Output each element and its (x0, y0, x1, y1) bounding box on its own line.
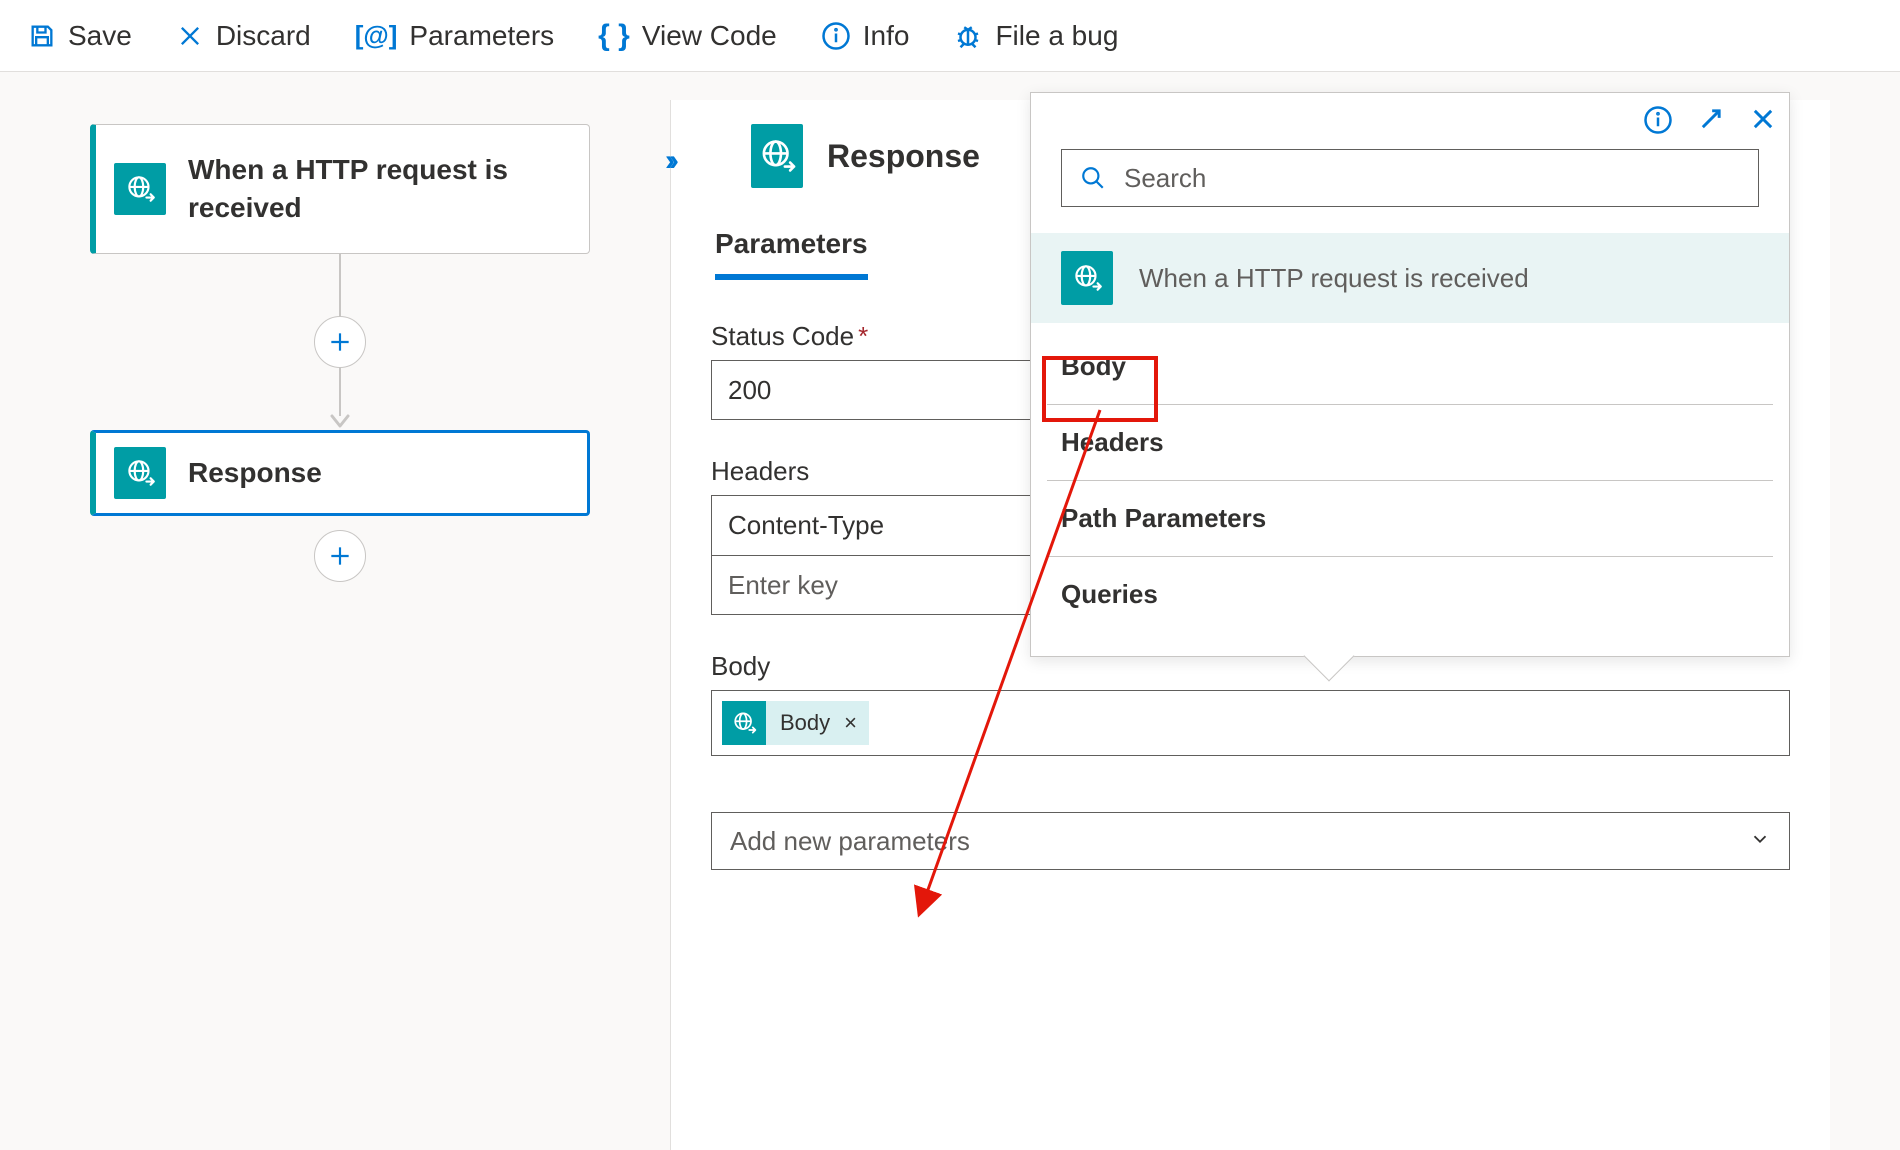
panel-title: Response (827, 138, 980, 175)
save-icon (28, 22, 56, 50)
toolbar: Save Discard [@] Parameters { } View Cod… (0, 0, 1900, 72)
parameters-label: Parameters (409, 20, 554, 52)
globe-arrow-icon (751, 124, 803, 188)
picker-section-title: When a HTTP request is received (1139, 263, 1529, 294)
discard-button[interactable]: Discard (176, 20, 311, 52)
bug-icon (953, 21, 983, 51)
file-bug-label: File a bug (995, 20, 1118, 52)
file-bug-button[interactable]: File a bug (953, 20, 1118, 52)
close-icon (176, 22, 204, 50)
info-label: Info (863, 20, 910, 52)
picker-item-body[interactable]: Body (1047, 329, 1773, 405)
globe-arrow-icon (114, 163, 166, 215)
parameters-button[interactable]: [@] Parameters (355, 20, 554, 52)
globe-arrow-icon (722, 701, 766, 745)
add-parameters-label: Add new parameters (730, 826, 970, 857)
picker-search-input[interactable]: Search (1061, 149, 1759, 207)
tab-parameters[interactable]: Parameters (715, 228, 868, 280)
add-step-button[interactable] (314, 530, 366, 582)
add-step-button[interactable] (314, 316, 366, 368)
body-input[interactable]: Body × (711, 690, 1790, 756)
save-button[interactable]: Save (28, 20, 132, 52)
trigger-card[interactable]: When a HTTP request is received (90, 124, 590, 254)
picker-item-headers[interactable]: Headers (1047, 405, 1773, 481)
dynamic-content-picker: Search When a HTTP request is received B… (1030, 92, 1790, 657)
collapse-panel-button[interactable]: ›› (665, 144, 673, 178)
chevron-down-icon (1749, 826, 1771, 857)
info-icon (821, 21, 851, 51)
status-code-label: Status Code (711, 321, 854, 351)
braces-icon: { } (598, 19, 630, 53)
body-token-label: Body (766, 710, 844, 736)
arrow-down-icon (330, 414, 350, 430)
picker-search-placeholder: Search (1124, 163, 1206, 194)
picker-item-path-parameters[interactable]: Path Parameters (1047, 481, 1773, 557)
view-code-label: View Code (642, 20, 777, 52)
picker-section-header: When a HTTP request is received (1031, 233, 1789, 323)
body-token[interactable]: Body × (722, 701, 869, 745)
save-label: Save (68, 20, 132, 52)
add-parameters-dropdown[interactable]: Add new parameters (711, 812, 1790, 870)
connector-line (339, 360, 341, 416)
connector-line (339, 254, 341, 324)
expand-icon[interactable] (1697, 105, 1725, 135)
view-code-button[interactable]: { } View Code (598, 19, 777, 53)
search-icon (1080, 165, 1106, 191)
picker-item-queries[interactable]: Queries (1047, 557, 1773, 632)
globe-arrow-icon (1061, 251, 1113, 305)
globe-arrow-icon (114, 447, 166, 499)
info-button[interactable]: Info (821, 20, 910, 52)
response-card[interactable]: Response (90, 430, 590, 516)
required-indicator: * (858, 321, 868, 351)
trigger-title: When a HTTP request is received (188, 151, 571, 227)
remove-token-button[interactable]: × (844, 710, 869, 736)
info-icon[interactable] (1643, 105, 1673, 135)
close-icon[interactable] (1749, 105, 1777, 135)
parameters-icon: [@] (355, 20, 398, 51)
picker-list: Body Headers Path Parameters Queries (1031, 323, 1789, 656)
discard-label: Discard (216, 20, 311, 52)
body-field: Body Body × (711, 651, 1790, 756)
response-title: Response (188, 454, 322, 492)
